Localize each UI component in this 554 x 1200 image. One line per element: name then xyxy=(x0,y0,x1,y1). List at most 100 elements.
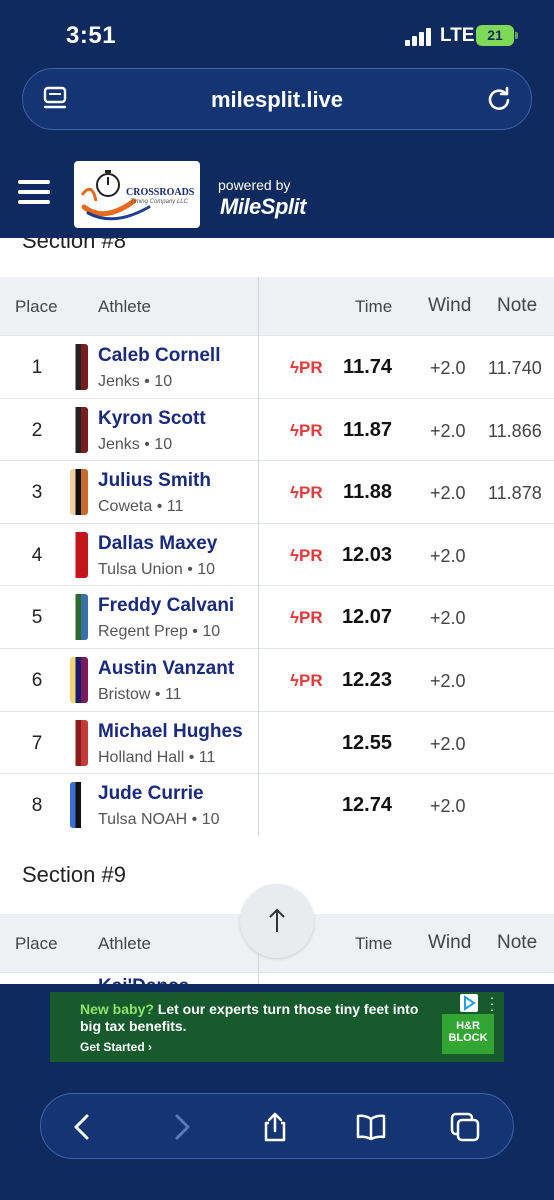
athlete-name[interactable]: Julius Smith xyxy=(98,470,211,492)
team-logo-thumbnail xyxy=(70,782,88,829)
reload-icon[interactable] xyxy=(485,85,513,113)
result-time: 11.87 xyxy=(343,418,392,441)
table-row[interactable]: 3 Julius Smith Coweta • 11 ϟPR 11.88 +2.0 11.8… xyxy=(0,460,554,523)
column-header-time: Time xyxy=(355,934,393,953)
tabs-icon[interactable] xyxy=(449,1111,481,1143)
bookmarks-icon[interactable] xyxy=(355,1111,387,1143)
column-header-wind: Wind xyxy=(428,932,472,953)
wind-reading: +2.0 xyxy=(430,483,466,504)
column-header-note: Note xyxy=(497,295,538,316)
athlete-team-grade: Jenks • 10 xyxy=(98,435,173,453)
table-row[interactable]: Kai'Dence xyxy=(0,972,554,984)
wind-reading: +2.0 xyxy=(430,545,466,566)
section-heading: Section #8 xyxy=(22,238,126,253)
battery-tip xyxy=(515,32,518,39)
athlete-name[interactable]: Kai'Dence xyxy=(98,976,189,984)
table-row[interactable]: 1 Caleb Cornell Jenks • 10 ϟPR 11.74 +2.0 11.7… xyxy=(0,335,554,397)
section-heading-next: Section #9 xyxy=(22,862,126,887)
place: 2 xyxy=(31,419,43,441)
logo-wordmark: CROSSROADS xyxy=(126,187,195,198)
wind-reading: +2.0 xyxy=(430,420,466,441)
place: 4 xyxy=(31,544,43,566)
url-bar[interactable]: milesplit.live xyxy=(22,68,532,130)
athlete-team-grade: Holland Hall • 11 xyxy=(98,748,216,766)
pr-badge: ϟPR xyxy=(290,483,323,503)
table-row[interactable]: 4 Dallas Maxey Tulsa Union • 10 ϟPR 12.03 +2.… xyxy=(0,522,554,585)
athlete-name[interactable]: Freddy Calvani xyxy=(98,595,234,617)
athlete-team-grade: Jenks • 10 xyxy=(98,373,173,390)
pr-badge: ϟPR xyxy=(290,358,323,378)
athlete-name[interactable]: Kyron Scott xyxy=(98,408,206,430)
share-icon[interactable] xyxy=(259,1111,291,1143)
forward-icon[interactable] xyxy=(165,1111,197,1143)
athlete-team-grade: Coweta • 11 xyxy=(98,498,184,516)
result-time: 11.88 xyxy=(343,481,392,504)
ad-get-started-link[interactable]: Get Started › xyxy=(80,1040,152,1054)
wind-reading: +2.0 xyxy=(430,358,466,378)
pr-label: PR xyxy=(299,608,323,628)
wind-reading: +2.0 xyxy=(430,671,466,691)
team-logo-thumbnail xyxy=(70,531,88,578)
athlete-team-grade: Tulsa Union • 10 xyxy=(98,560,216,578)
battery-icon: 21 xyxy=(476,25,514,46)
result-note: 11.740 xyxy=(488,358,542,378)
column-divider xyxy=(258,277,259,835)
team-logo-thumbnail xyxy=(70,719,88,766)
hr-block-line2: BLOCK xyxy=(448,1032,488,1044)
team-logo-thumbnail xyxy=(70,344,88,390)
wind-reading: +2.0 xyxy=(430,796,466,817)
milesplit-logo[interactable]: MileSplit xyxy=(220,194,306,220)
place: 8 xyxy=(31,795,43,817)
pr-label: PR xyxy=(299,358,323,377)
hr-block-logo: H&R BLOCK xyxy=(442,1014,494,1054)
athlete-name[interactable]: Dallas Maxey xyxy=(98,533,217,555)
network-type: LTE xyxy=(440,25,475,46)
scroll-to-top-button[interactable] xyxy=(240,884,314,958)
column-header-time: Time xyxy=(355,297,393,316)
bolt-icon: ϟ xyxy=(290,420,299,440)
pr-label: PR xyxy=(299,671,323,690)
table-row[interactable]: 5 Freddy Calvani Regent Prep • 10 ϟPR 12.07 +… xyxy=(0,585,554,648)
pr-badge: ϟPR xyxy=(290,546,323,566)
column-header-place: Place xyxy=(15,297,58,316)
pr-badge: ϟPR xyxy=(290,608,323,628)
hamburger-menu-icon[interactable] xyxy=(18,180,50,204)
place: 7 xyxy=(31,732,43,754)
results-content[interactable]: Section #8 Place Athlete Time Wind Note … xyxy=(0,238,554,984)
table-row[interactable]: 6 Austin Vanzant Bristow • 11 ϟPR 12.23 +2.0 xyxy=(0,648,554,710)
adchoices-icon[interactable] xyxy=(460,994,478,1012)
athlete-team-grade: Bristow • 11 xyxy=(98,686,182,703)
result-time: 12.74 xyxy=(341,794,392,817)
battery-level: 21 xyxy=(487,27,503,43)
pr-label: PR xyxy=(299,420,323,440)
athlete-name[interactable]: Jude Currie xyxy=(98,783,204,805)
back-icon[interactable] xyxy=(67,1111,99,1143)
result-time: 11.74 xyxy=(343,356,392,378)
table-row[interactable]: 2 Kyron Scott Jenks • 10 ϟPR 11.87 +2.0 11.866 xyxy=(0,397,554,460)
arrow-up-icon xyxy=(269,908,285,932)
bolt-icon: ϟ xyxy=(290,545,299,565)
athlete-name[interactable]: Michael Hughes xyxy=(98,721,243,743)
team-logo-thumbnail xyxy=(70,594,88,641)
url-domain[interactable]: milesplit.live xyxy=(23,87,531,113)
place: 3 xyxy=(31,482,43,504)
crossroads-logo[interactable]: CROSSROADS Timing Company LLC xyxy=(74,161,200,228)
table-row[interactable]: 8 Jude Currie Tulsa NOAH • 10 12.74 +2.0 xyxy=(0,773,554,836)
result-time: 12.03 xyxy=(341,543,392,566)
result-note: 11.866 xyxy=(488,420,542,441)
column-header-wind: Wind xyxy=(428,295,472,316)
table-row[interactable]: 7 Michael Hughes Holland Hall • 11 12.55 +2.… xyxy=(0,710,554,773)
ad-cta-label: Get Started xyxy=(80,1040,145,1054)
cellular-signal-icon xyxy=(405,28,435,46)
column-header-place: Place xyxy=(15,934,58,953)
bolt-icon: ϟ xyxy=(290,608,299,628)
team-logo-thumbnail xyxy=(70,469,88,516)
status-bar: 3:51 LTE 21 xyxy=(0,0,554,62)
athlete-name[interactable]: Caleb Cornell xyxy=(98,345,220,367)
pr-badge: ϟPR xyxy=(290,421,323,441)
bolt-icon: ϟ xyxy=(290,671,299,690)
place: 1 xyxy=(31,357,43,378)
ad-options-icon[interactable]: · · · xyxy=(484,990,500,1016)
advertisement-banner[interactable]: New baby? Let our experts turn those tin… xyxy=(50,990,504,1062)
athlete-name[interactable]: Austin Vanzant xyxy=(98,658,234,680)
